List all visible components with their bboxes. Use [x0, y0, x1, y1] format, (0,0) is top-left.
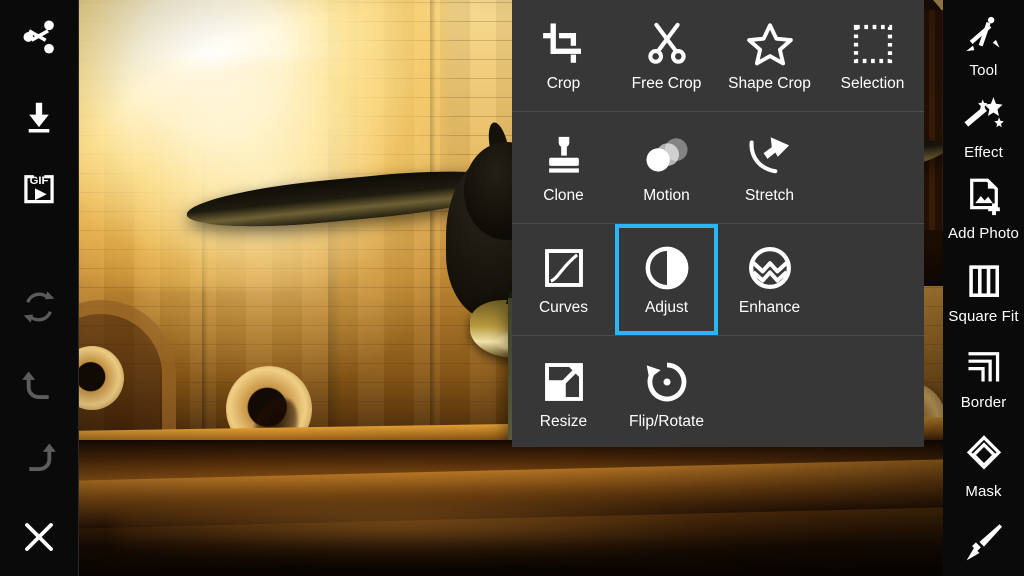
- tool-item-enhance[interactable]: Enhance: [718, 224, 821, 335]
- sidebar-item-label: Border: [960, 394, 1007, 411]
- left-toolbar: GIF: [0, 0, 79, 576]
- gif-icon: GIF: [19, 169, 59, 214]
- tool-item-label: Shape Crop: [728, 75, 811, 92]
- paintbrush-icon: [961, 519, 1007, 570]
- flip-rotate-icon: [643, 356, 691, 408]
- tool-item-crop[interactable]: Crop: [512, 0, 615, 111]
- mask-diamond-icon: [963, 434, 1005, 481]
- contrast-half-circle-icon: [643, 242, 691, 294]
- close-button[interactable]: [0, 508, 78, 570]
- sidebar-item-label: Tool: [969, 62, 998, 79]
- sidebar-item-mask[interactable]: Mask: [943, 430, 1024, 504]
- redo-button[interactable]: [0, 430, 78, 492]
- undo-arrow-icon: [18, 366, 60, 413]
- tool-menu-row: Crop Free Crop Shape Crop Selection: [512, 0, 924, 112]
- tool-item-selection[interactable]: Selection: [821, 0, 924, 111]
- magic-wand-icon: [962, 95, 1006, 142]
- tool-item-free-crop[interactable]: Free Crop: [615, 0, 718, 111]
- sidebar-item-label: Mask: [965, 483, 1002, 500]
- tool-item-label: Resize: [539, 412, 588, 430]
- border-corner-icon: [963, 347, 1005, 392]
- resize-arrow-icon: [541, 356, 587, 408]
- sidebar-item-label: Add Photo: [948, 225, 1019, 242]
- tool-item-empty: [821, 112, 924, 223]
- tool-menu-row: Clone Motion Stretch: [512, 112, 924, 224]
- tool-item-resize[interactable]: Resize: [512, 336, 615, 450]
- right-toolbar: Tool Effect Add Photo Square Fit Border …: [943, 0, 1024, 576]
- gif-button[interactable]: GIF: [0, 160, 78, 222]
- tool-item-label: Crop: [546, 75, 581, 92]
- motion-blur-icon: [642, 130, 692, 182]
- tool-item-label: Clone: [543, 187, 584, 204]
- sidebar-item-border[interactable]: Border: [943, 342, 1024, 416]
- sidebar-item-label: Effect: [964, 144, 1003, 161]
- sidebar-item-square-fit[interactable]: Square Fit: [943, 256, 1024, 330]
- tool-item-clone[interactable]: Clone: [512, 112, 615, 223]
- stretch-hand-icon: [745, 130, 795, 182]
- tool-item-label: Adjust: [644, 299, 689, 316]
- compass-divider-icon: [963, 13, 1005, 60]
- tool-item-flip-rotate[interactable]: Flip/Rotate: [615, 336, 718, 450]
- close-x-icon: [20, 518, 58, 561]
- refresh-cycle-icon: [19, 287, 59, 332]
- curves-icon: [541, 242, 587, 294]
- sidebar-item-draw[interactable]: [943, 514, 1024, 576]
- enhance-waves-icon: [746, 242, 794, 294]
- reset-button[interactable]: [0, 278, 78, 340]
- share-icon: [19, 17, 59, 62]
- tool-menu-row: Curves Adjust Enhance: [512, 224, 924, 336]
- tool-item-label: Motion: [643, 187, 690, 204]
- tool-item-curves[interactable]: Curves: [512, 224, 615, 335]
- tool-item-empty: [821, 336, 924, 450]
- share-button[interactable]: [0, 8, 78, 70]
- star-shape-icon: [745, 18, 795, 70]
- selection-marquee-icon: [850, 18, 896, 70]
- tool-item-adjust[interactable]: Adjust: [615, 224, 718, 335]
- tool-item-label: Free Crop: [631, 75, 702, 92]
- tool-item-label: Flip/Rotate: [629, 412, 704, 430]
- tool-menu-row: Resize Flip/Rotate: [512, 336, 924, 450]
- square-fit-icon: [963, 261, 1005, 306]
- save-button[interactable]: [0, 88, 78, 150]
- sidebar-item-tool[interactable]: Tool: [943, 10, 1024, 82]
- undo-button[interactable]: [0, 358, 78, 420]
- tool-item-label: Curves: [538, 299, 589, 316]
- svg-text:GIF: GIF: [30, 175, 49, 187]
- sidebar-item-effect[interactable]: Effect: [943, 92, 1024, 164]
- add-photo-icon: [963, 176, 1005, 223]
- sidebar-item-label: Square Fit: [948, 308, 1019, 325]
- clone-stamp-icon: [541, 130, 587, 182]
- tool-item-empty: [821, 224, 924, 335]
- tool-item-label: Selection: [840, 75, 905, 92]
- tool-item-stretch[interactable]: Stretch: [718, 112, 821, 223]
- tool-item-motion[interactable]: Motion: [615, 112, 718, 223]
- tool-item-label: Stretch: [744, 187, 795, 204]
- app-root: GIF Tool Effect Add Photo Square Fit Bor…: [0, 0, 1024, 576]
- sidebar-item-add-photo[interactable]: Add Photo: [943, 172, 1024, 246]
- crop-icon: [541, 18, 587, 70]
- tool-item-label: Enhance: [738, 299, 801, 316]
- scissors-icon: [644, 18, 690, 70]
- tool-item-shape-crop[interactable]: Shape Crop: [718, 0, 821, 111]
- download-icon: [20, 98, 58, 141]
- redo-arrow-icon: [18, 438, 60, 485]
- tool-menu-panel: Crop Free Crop Shape Crop Selection Clon…: [512, 0, 924, 447]
- tool-item-empty: [718, 336, 821, 450]
